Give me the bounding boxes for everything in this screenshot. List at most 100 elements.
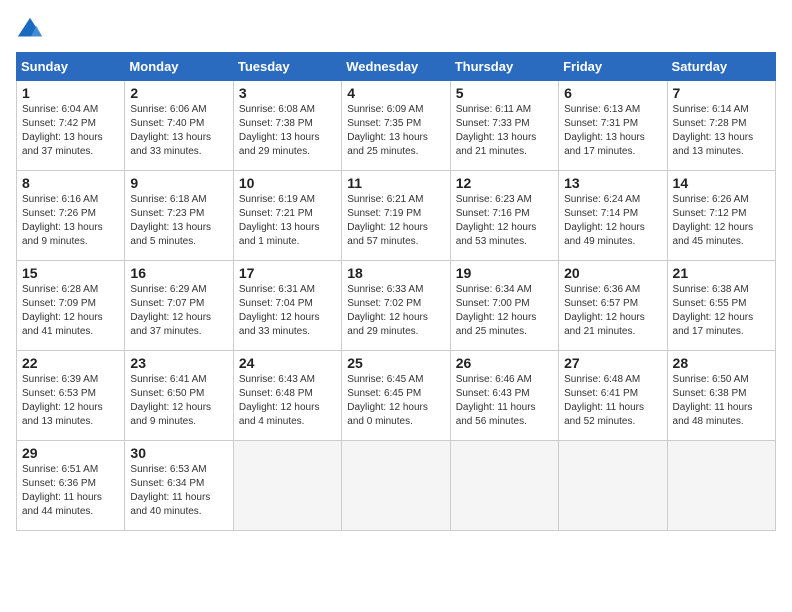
day-info: Sunrise: 6:06 AMSunset: 7:40 PMDaylight:… bbox=[130, 103, 227, 159]
calendar-cell: 5Sunrise: 6:11 AMSunset: 7:33 PMDaylight… bbox=[450, 81, 558, 171]
calendar-cell bbox=[233, 441, 341, 531]
day-number: 26 bbox=[456, 355, 553, 371]
day-info: Sunrise: 6:04 AMSunset: 7:42 PMDaylight:… bbox=[22, 103, 119, 159]
calendar-cell: 17 Sunrise: 6:31 AMSunset: 7:04 PMDayligh… bbox=[233, 261, 341, 351]
column-header-monday: Monday bbox=[125, 53, 233, 81]
day-info: Sunrise: 6:34 AMSunset: 7:00 PMDaylight:… bbox=[456, 283, 553, 339]
day-info: Sunrise: 6:23 AMSunset: 7:16 PMDaylight:… bbox=[456, 193, 553, 249]
calendar-cell: 4Sunrise: 6:09 AMSunset: 7:35 PMDaylight… bbox=[342, 81, 450, 171]
day-info: Sunrise: 6:14 AMSunset: 7:28 PMDaylight:… bbox=[673, 103, 770, 159]
day-number: 9 bbox=[130, 175, 227, 191]
day-number: 25 bbox=[347, 355, 444, 371]
day-number: 7 bbox=[673, 85, 770, 101]
calendar-cell: 2 Sunrise: 6:06 AMSunset: 7:40 PMDaylight… bbox=[125, 81, 233, 171]
day-info: Sunrise: 6:45 AMSunset: 6:45 PMDaylight:… bbox=[347, 373, 444, 429]
logo-icon bbox=[16, 16, 44, 44]
day-info: Sunrise: 6:08 AMSunset: 7:38 PMDaylight:… bbox=[239, 103, 336, 159]
calendar-cell bbox=[559, 441, 667, 531]
calendar-cell bbox=[342, 441, 450, 531]
day-number: 14 bbox=[673, 175, 770, 191]
calendar-cell: 10 Sunrise: 6:19 AMSunset: 7:21 PMDayligh… bbox=[233, 171, 341, 261]
calendar-cell bbox=[667, 441, 775, 531]
calendar-cell: 16 Sunrise: 6:29 AMSunset: 7:07 PMDayligh… bbox=[125, 261, 233, 351]
day-info: Sunrise: 6:31 AMSunset: 7:04 PMDaylight:… bbox=[239, 283, 336, 339]
calendar-cell: 20 Sunrise: 6:36 AMSunset: 6:57 PMDayligh… bbox=[559, 261, 667, 351]
day-number: 27 bbox=[564, 355, 661, 371]
day-info: Sunrise: 6:48 AMSunset: 6:41 PMDaylight:… bbox=[564, 373, 661, 429]
calendar-cell bbox=[450, 441, 558, 531]
day-number: 29 bbox=[22, 445, 119, 461]
calendar-cell: 26 Sunrise: 6:46 AMSunset: 6:43 PMDayligh… bbox=[450, 351, 558, 441]
calendar-cell: 29 Sunrise: 6:51 AMSunset: 6:36 PMDayligh… bbox=[17, 441, 125, 531]
day-info: Sunrise: 6:51 AMSunset: 6:36 PMDaylight:… bbox=[22, 463, 119, 519]
day-info: Sunrise: 6:39 AMSunset: 6:53 PMDaylight:… bbox=[22, 373, 119, 429]
day-number: 13 bbox=[564, 175, 661, 191]
day-info: Sunrise: 6:09 AMSunset: 7:35 PMDaylight:… bbox=[347, 103, 444, 159]
calendar-cell: 7 Sunrise: 6:14 AMSunset: 7:28 PMDaylight… bbox=[667, 81, 775, 171]
day-info: Sunrise: 6:41 AMSunset: 6:50 PMDaylight:… bbox=[130, 373, 227, 429]
column-header-wednesday: Wednesday bbox=[342, 53, 450, 81]
calendar-cell: 24 Sunrise: 6:43 AMSunset: 6:48 PMDayligh… bbox=[233, 351, 341, 441]
calendar-header-row: SundayMondayTuesdayWednesdayThursdayFrid… bbox=[17, 53, 776, 81]
day-info: Sunrise: 6:24 AMSunset: 7:14 PMDaylight:… bbox=[564, 193, 661, 249]
calendar-week-row: 8Sunrise: 6:16 AMSunset: 7:26 PMDaylight… bbox=[17, 171, 776, 261]
day-info: Sunrise: 6:13 AMSunset: 7:31 PMDaylight:… bbox=[564, 103, 661, 159]
calendar-cell: 19 Sunrise: 6:34 AMSunset: 7:00 PMDayligh… bbox=[450, 261, 558, 351]
calendar-cell: 25 Sunrise: 6:45 AMSunset: 6:45 PMDayligh… bbox=[342, 351, 450, 441]
day-number: 23 bbox=[130, 355, 227, 371]
day-number: 6 bbox=[564, 85, 661, 101]
calendar-cell: 14Sunrise: 6:26 AMSunset: 7:12 PMDayligh… bbox=[667, 171, 775, 261]
day-number: 28 bbox=[673, 355, 770, 371]
calendar-cell: 11Sunrise: 6:21 AMSunset: 7:19 PMDayligh… bbox=[342, 171, 450, 261]
day-info: Sunrise: 6:11 AMSunset: 7:33 PMDaylight:… bbox=[456, 103, 553, 159]
day-number: 3 bbox=[239, 85, 336, 101]
day-number: 2 bbox=[130, 85, 227, 101]
page-header bbox=[16, 16, 776, 44]
calendar-cell: 18 Sunrise: 6:33 AMSunset: 7:02 PMDayligh… bbox=[342, 261, 450, 351]
calendar-cell: 3 Sunrise: 6:08 AMSunset: 7:38 PMDaylight… bbox=[233, 81, 341, 171]
calendar-cell: 23 Sunrise: 6:41 AMSunset: 6:50 PMDayligh… bbox=[125, 351, 233, 441]
logo bbox=[16, 16, 48, 44]
day-number: 11 bbox=[347, 175, 444, 191]
day-info: Sunrise: 6:38 AMSunset: 6:55 PMDaylight:… bbox=[673, 283, 770, 339]
column-header-saturday: Saturday bbox=[667, 53, 775, 81]
day-info: Sunrise: 6:18 AMSunset: 7:23 PMDaylight:… bbox=[130, 193, 227, 249]
day-info: Sunrise: 6:46 AMSunset: 6:43 PMDaylight:… bbox=[456, 373, 553, 429]
day-number: 15 bbox=[22, 265, 119, 281]
calendar-cell: 15 Sunrise: 6:28 AMSunset: 7:09 PMDayligh… bbox=[17, 261, 125, 351]
day-number: 22 bbox=[22, 355, 119, 371]
day-info: Sunrise: 6:36 AMSunset: 6:57 PMDaylight:… bbox=[564, 283, 661, 339]
day-number: 17 bbox=[239, 265, 336, 281]
calendar-week-row: 29 Sunrise: 6:51 AMSunset: 6:36 PMDayligh… bbox=[17, 441, 776, 531]
calendar-cell: 30 Sunrise: 6:53 AMSunset: 6:34 PMDayligh… bbox=[125, 441, 233, 531]
day-info: Sunrise: 6:28 AMSunset: 7:09 PMDaylight:… bbox=[22, 283, 119, 339]
day-number: 21 bbox=[673, 265, 770, 281]
calendar-cell: 1 Sunrise: 6:04 AMSunset: 7:42 PMDaylight… bbox=[17, 81, 125, 171]
day-info: Sunrise: 6:16 AMSunset: 7:26 PMDaylight:… bbox=[22, 193, 119, 249]
calendar-cell: 28 Sunrise: 6:50 AMSunset: 6:38 PMDayligh… bbox=[667, 351, 775, 441]
day-number: 30 bbox=[130, 445, 227, 461]
day-info: Sunrise: 6:43 AMSunset: 6:48 PMDaylight:… bbox=[239, 373, 336, 429]
day-number: 1 bbox=[22, 85, 119, 101]
day-info: Sunrise: 6:53 AMSunset: 6:34 PMDaylight:… bbox=[130, 463, 227, 519]
day-number: 12 bbox=[456, 175, 553, 191]
day-info: Sunrise: 6:19 AMSunset: 7:21 PMDaylight:… bbox=[239, 193, 336, 249]
day-number: 19 bbox=[456, 265, 553, 281]
day-number: 10 bbox=[239, 175, 336, 191]
calendar-cell: 6 Sunrise: 6:13 AMSunset: 7:31 PMDaylight… bbox=[559, 81, 667, 171]
calendar-cell: 27 Sunrise: 6:48 AMSunset: 6:41 PMDayligh… bbox=[559, 351, 667, 441]
calendar-week-row: 15 Sunrise: 6:28 AMSunset: 7:09 PMDayligh… bbox=[17, 261, 776, 351]
day-number: 20 bbox=[564, 265, 661, 281]
day-info: Sunrise: 6:33 AMSunset: 7:02 PMDaylight:… bbox=[347, 283, 444, 339]
calendar-cell: 12 Sunrise: 6:23 AMSunset: 7:16 PMDayligh… bbox=[450, 171, 558, 261]
day-number: 24 bbox=[239, 355, 336, 371]
day-number: 16 bbox=[130, 265, 227, 281]
day-info: Sunrise: 6:29 AMSunset: 7:07 PMDaylight:… bbox=[130, 283, 227, 339]
calendar-table: SundayMondayTuesdayWednesdayThursdayFrid… bbox=[16, 52, 776, 531]
day-info: Sunrise: 6:50 AMSunset: 6:38 PMDaylight:… bbox=[673, 373, 770, 429]
calendar-cell: 8Sunrise: 6:16 AMSunset: 7:26 PMDaylight… bbox=[17, 171, 125, 261]
calendar-cell: 13 Sunrise: 6:24 AMSunset: 7:14 PMDayligh… bbox=[559, 171, 667, 261]
column-header-thursday: Thursday bbox=[450, 53, 558, 81]
calendar-cell: 9 Sunrise: 6:18 AMSunset: 7:23 PMDaylight… bbox=[125, 171, 233, 261]
day-number: 18 bbox=[347, 265, 444, 281]
